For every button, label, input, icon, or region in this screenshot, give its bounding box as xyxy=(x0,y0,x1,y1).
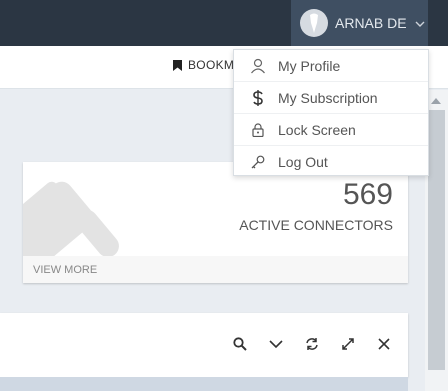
refresh-icon[interactable] xyxy=(294,333,330,355)
view-more-link[interactable]: VIEW MORE xyxy=(33,264,97,276)
expand-icon[interactable] xyxy=(330,333,366,355)
portlet-panel xyxy=(0,313,408,377)
menu-item-my-subscription[interactable]: My Subscription xyxy=(234,82,428,114)
panel-tools xyxy=(222,333,402,355)
scroll-up-arrow[interactable] xyxy=(431,97,441,105)
scrollbar-thumb[interactable] xyxy=(428,110,445,370)
menu-item-label: Lock Screen xyxy=(278,121,356,138)
chevron-down-icon xyxy=(415,15,425,31)
user-menu-toggle[interactable]: ARNAB DE xyxy=(291,0,428,46)
menu-item-label: Log Out xyxy=(278,153,328,170)
search-icon[interactable] xyxy=(222,333,258,355)
stat-label: ACTIVE CONNECTORS xyxy=(239,217,393,233)
menu-item-my-profile[interactable]: My Profile xyxy=(234,50,428,82)
panel-strip xyxy=(0,377,408,391)
stat-value: 569 xyxy=(342,178,393,211)
user-icon xyxy=(248,57,268,75)
bookmark-icon xyxy=(173,59,182,71)
bookmarks-link[interactable]: BOOKM xyxy=(173,58,234,72)
menu-item-label: My Profile xyxy=(278,57,341,74)
user-dropdown-menu: My Profile My Subscription Lock Screen L… xyxy=(233,49,429,176)
key-icon xyxy=(248,153,268,171)
user-avatar xyxy=(300,9,328,37)
menu-item-lock-screen[interactable]: Lock Screen xyxy=(234,114,428,146)
close-icon[interactable] xyxy=(366,333,402,355)
dollar-icon xyxy=(248,89,268,107)
user-name: ARNAB DE xyxy=(335,15,407,31)
chevron-down-icon[interactable] xyxy=(258,333,294,355)
card-footer: VIEW MORE xyxy=(23,256,408,283)
menu-item-log-out[interactable]: Log Out xyxy=(234,146,428,177)
plug-icon xyxy=(23,181,119,268)
menu-item-label: My Subscription xyxy=(278,89,378,106)
lock-icon xyxy=(248,121,268,139)
top-navbar: ARNAB DE xyxy=(0,0,448,46)
bookmark-label: BOOKM xyxy=(188,58,235,72)
active-connectors-card: 569 ACTIVE CONNECTORS VIEW MORE xyxy=(23,162,408,283)
